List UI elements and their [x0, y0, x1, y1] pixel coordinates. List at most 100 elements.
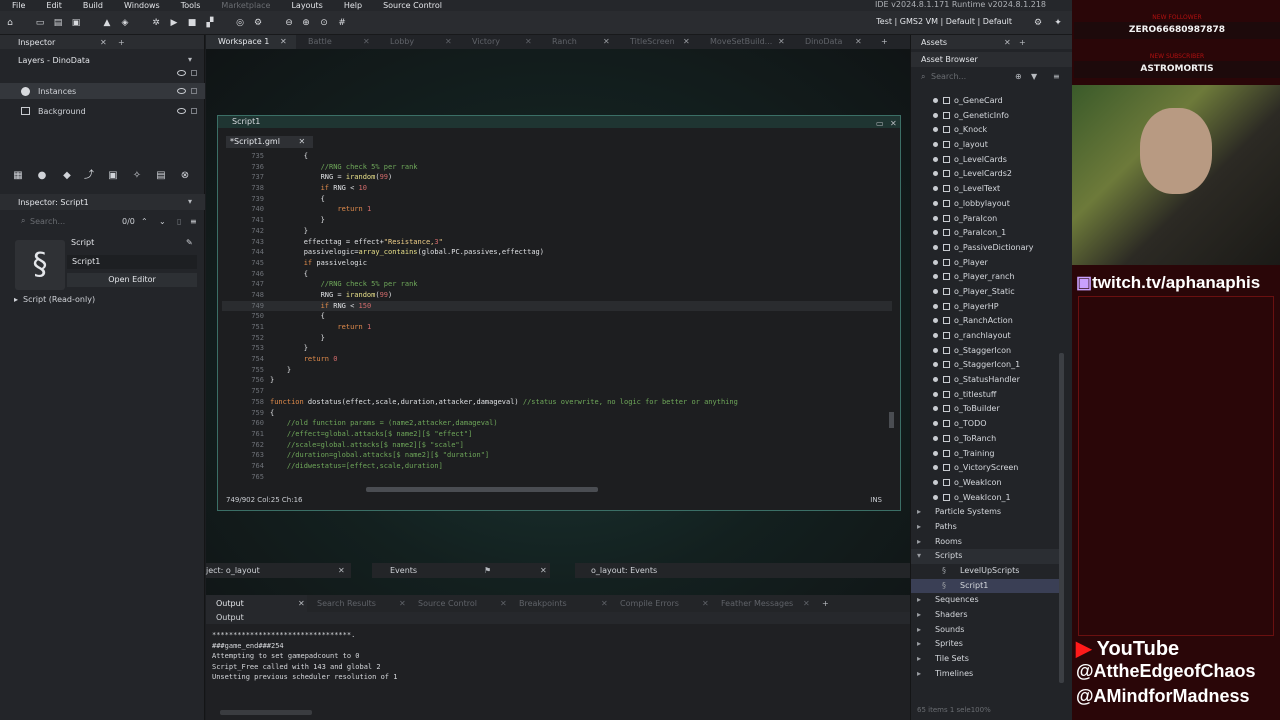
save-icon[interactable]: ▣: [70, 17, 82, 29]
tab-victory[interactable]: Victory ✕: [460, 35, 540, 49]
close-icon[interactable]: ✕: [601, 595, 608, 612]
close-icon[interactable]: ✕: [100, 38, 107, 47]
tab-source-control[interactable]: Source Control ✕: [408, 595, 509, 612]
tab-ranch[interactable]: Ranch ✕: [540, 35, 618, 49]
asset-search-input[interactable]: Search...: [931, 72, 966, 81]
tile-icon[interactable]: ◆: [61, 170, 73, 182]
chevron-down-icon[interactable]: ▾: [188, 55, 192, 64]
output-scrollbar[interactable]: [220, 710, 312, 715]
file-tab-script1[interactable]: *Script1.gml ✕: [226, 136, 314, 148]
add-layer-icon[interactable]: ▦: [12, 170, 24, 182]
asset-object-item[interactable]: o_StatusHandler: [911, 373, 1059, 388]
filter-icon[interactable]: ▤: [155, 170, 167, 182]
asset-group-item[interactable]: ▸ Paths: [911, 520, 1059, 535]
grid-icon[interactable]: #: [336, 17, 348, 29]
asset-object-item[interactable]: o_Player: [911, 256, 1059, 271]
menu-icon[interactable]: ≡: [1053, 69, 1060, 84]
target-icon[interactable]: ◎: [234, 17, 246, 29]
object-panel-tab[interactable]: ject: o_layout ✕: [206, 563, 351, 578]
home-icon[interactable]: ⌂: [4, 17, 16, 29]
stop-icon[interactable]: ■: [186, 17, 198, 29]
code-line[interactable]: 746 {: [222, 269, 892, 280]
code-line[interactable]: 752 }: [222, 333, 892, 344]
code-line[interactable]: 756}: [222, 375, 892, 386]
eye-icon[interactable]: [177, 88, 186, 94]
close-icon[interactable]: ✕: [298, 137, 305, 146]
code-line[interactable]: 748 RNG = irandom(99): [222, 290, 892, 301]
asset-object-item[interactable]: o_LevelText: [911, 182, 1059, 197]
tab-compile-errors[interactable]: Compile Errors ✕: [610, 595, 711, 612]
code-line[interactable]: 745 if passivelogic: [222, 258, 892, 269]
menu-source-control[interactable]: Source Control: [371, 1, 451, 10]
code-line[interactable]: 765: [222, 472, 892, 483]
asset-object-item[interactable]: o_Player_Static: [911, 285, 1059, 300]
lock-icon[interactable]: [191, 88, 197, 94]
tab-movesetbuild[interactable]: MoveSetBuild... ✕: [698, 35, 793, 49]
code-line[interactable]: 747 //RNG check 5% per rank: [222, 279, 892, 290]
asset-object-item[interactable]: o_StaggerIcon_1: [911, 358, 1059, 373]
asset-object-item[interactable]: o_GeneCard: [911, 94, 1059, 109]
object-name-field[interactable]: Script1: [67, 255, 197, 269]
asset-object-item[interactable]: o_titlestuff: [911, 388, 1059, 403]
effect-icon[interactable]: ✧: [131, 170, 143, 182]
asset-object-item[interactable]: o_TODO: [911, 417, 1059, 432]
chevron-up-icon[interactable]: ⌃: [141, 217, 148, 226]
zoom-out-icon[interactable]: ⊖: [283, 17, 295, 29]
eye-icon[interactable]: [177, 108, 186, 114]
asset-object-item[interactable]: o_WeakIcon: [911, 476, 1059, 491]
menu-edit[interactable]: Edit: [34, 1, 71, 10]
search-input[interactable]: Search...: [30, 217, 65, 226]
close-icon[interactable]: ✕: [399, 595, 406, 612]
chevron-down-icon[interactable]: ▾: [188, 197, 192, 206]
code-line[interactable]: 750 {: [222, 311, 892, 322]
close-icon[interactable]: ✕: [445, 35, 452, 49]
close-icon[interactable]: ✕: [525, 35, 532, 49]
menu-file[interactable]: File: [0, 1, 34, 10]
zoom-in-icon[interactable]: ⊕: [300, 17, 312, 29]
close-icon[interactable]: ✕: [338, 563, 345, 578]
code-line[interactable]: 757: [222, 386, 892, 397]
asset-group-item[interactable]: ▸ Shaders: [911, 608, 1059, 623]
code-line[interactable]: 738 if RNG < 10: [222, 183, 892, 194]
tab-feather-messages[interactable]: Feather Messages ✕: [711, 595, 812, 612]
code-line[interactable]: 759 {: [222, 408, 892, 419]
script-section[interactable]: ▸ Script (Read-only): [0, 291, 205, 307]
add-tab-icon[interactable]: +: [1019, 38, 1026, 47]
tab-breakpoints[interactable]: Breakpoints ✕: [509, 595, 610, 612]
close-icon[interactable]: ✕: [890, 118, 897, 130]
close-icon[interactable]: ✕: [363, 35, 370, 49]
asset-object-item[interactable]: o_GeneticInfo: [911, 109, 1059, 124]
close-icon[interactable]: ✕: [683, 35, 690, 49]
code-line[interactable]: 755 }: [222, 365, 892, 376]
filter-icon[interactable]: ▼: [1031, 69, 1037, 84]
asset-object-item[interactable]: o_ToBuilder: [911, 402, 1059, 417]
chevron-down-icon[interactable]: ⌄: [159, 217, 166, 226]
code-line[interactable]: 742 }: [222, 226, 892, 237]
close-icon[interactable]: ✕: [540, 563, 547, 578]
close-icon[interactable]: ✕: [1004, 38, 1011, 47]
build-icon[interactable]: ▲: [101, 17, 113, 29]
asset-object-item[interactable]: o_ranchlayout: [911, 329, 1059, 344]
code-line[interactable]: 758 function dostatus(effect,scale,durati…: [222, 397, 892, 408]
menu-tools[interactable]: Tools: [169, 1, 210, 10]
code-line[interactable]: 736 //RNG check 5% per rank: [222, 162, 892, 173]
lock-icon[interactable]: [191, 70, 197, 76]
code-line[interactable]: 762 //scale=global.attacks[$ name2][$ "s…: [222, 440, 892, 451]
asset-group-item[interactable]: ▸ Sequences: [911, 593, 1059, 608]
asset-object-item[interactable]: o_VictoryScreen: [911, 461, 1059, 476]
case-icon[interactable]: ▯: [177, 217, 181, 226]
asset-group-item[interactable]: ▸ Sounds: [911, 623, 1059, 638]
asset-group-item[interactable]: ▸ Rooms: [911, 535, 1059, 550]
tab-lobby[interactable]: Lobby ✕: [378, 35, 460, 49]
menu-layouts[interactable]: Layouts: [279, 1, 331, 10]
code-line[interactable]: 744 passivelogic=array_contains(global.P…: [222, 247, 892, 258]
tab-workspace-1[interactable]: Workspace 1 ✕: [206, 35, 296, 49]
add-tab-icon[interactable]: +: [118, 38, 125, 47]
layer-background[interactable]: Background: [0, 103, 205, 119]
menu-icon[interactable]: ≡: [190, 217, 197, 226]
asset-object-item[interactable]: o_ParaIcon_1: [911, 226, 1059, 241]
close-icon[interactable]: ✕: [500, 595, 507, 612]
asset-object-item[interactable]: o_Knock: [911, 123, 1059, 138]
layout-events-panel-tab[interactable]: o_layout: Events: [575, 563, 910, 578]
asset-object-item[interactable]: o_lobbylayout: [911, 197, 1059, 212]
